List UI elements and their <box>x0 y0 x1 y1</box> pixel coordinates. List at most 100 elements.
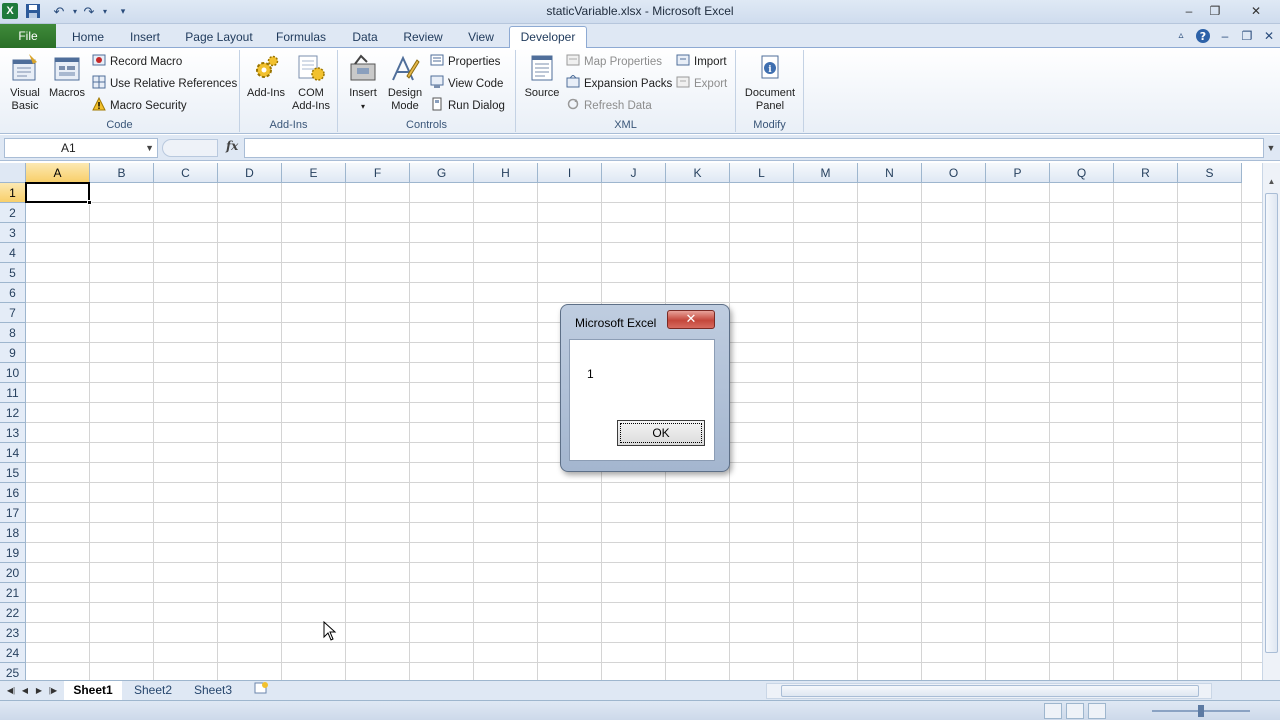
expansion-packs-button[interactable]: Expansion Packs <box>566 74 672 94</box>
row-header-6[interactable]: 6 <box>0 283 26 303</box>
tab-developer[interactable]: Developer <box>509 26 587 49</box>
next-sheet-icon[interactable]: ▶ <box>32 683 46 699</box>
row-header-11[interactable]: 11 <box>0 383 26 403</box>
row-header-4[interactable]: 4 <box>0 243 26 263</box>
row-header-17[interactable]: 17 <box>0 503 26 523</box>
normal-view-icon[interactable] <box>1044 703 1062 719</box>
use-relative-references-button[interactable]: Use Relative References <box>92 74 237 94</box>
tab-home[interactable]: Home <box>68 27 108 48</box>
minimize-ribbon-icon[interactable]: ▵ <box>1172 28 1190 44</box>
fill-handle[interactable] <box>87 200 92 205</box>
minimize-button[interactable]: – <box>1176 2 1202 20</box>
row-header-25[interactable]: 25 <box>0 663 26 680</box>
page-break-view-icon[interactable] <box>1088 703 1106 719</box>
vertical-scroll-thumb[interactable] <box>1265 193 1278 653</box>
view-code-button[interactable]: View Code <box>430 74 503 94</box>
row-header-16[interactable]: 16 <box>0 483 26 503</box>
column-header-m[interactable]: M <box>794 163 858 183</box>
column-header-n[interactable]: N <box>858 163 922 183</box>
tab-formulas[interactable]: Formulas <box>272 27 330 48</box>
row-header-2[interactable]: 2 <box>0 203 26 223</box>
column-header-s[interactable]: S <box>1178 163 1242 183</box>
name-box[interactable]: A1 ▼ <box>4 138 158 158</box>
map-properties-button[interactable]: Map Properties <box>566 52 662 72</box>
refresh-data-button[interactable]: Refresh Data <box>566 96 652 116</box>
insert-control-button[interactable]: Insert ▾ <box>344 52 382 113</box>
row-header-18[interactable]: 18 <box>0 523 26 543</box>
properties-button[interactable]: Properties <box>430 52 500 72</box>
tab-data[interactable]: Data <box>346 27 384 48</box>
horizontal-scroll-thumb[interactable] <box>781 685 1199 697</box>
column-header-d[interactable]: D <box>218 163 282 183</box>
visual-basic-button[interactable]: Visual Basic <box>4 52 46 113</box>
sheet-tab-sheet1[interactable]: Sheet1 <box>64 681 122 700</box>
row-header-7[interactable]: 7 <box>0 303 26 323</box>
row-header-9[interactable]: 9 <box>0 343 26 363</box>
select-all-button[interactable] <box>0 163 26 183</box>
help-icon[interactable]: ? <box>1194 28 1212 44</box>
insert-function-icon[interactable]: fx <box>226 139 242 157</box>
column-header-o[interactable]: O <box>922 163 986 183</box>
column-header-b[interactable]: B <box>90 163 154 183</box>
formula-divider-handle[interactable] <box>162 139 218 157</box>
com-add-ins-button[interactable]: COM Add-Ins <box>288 52 334 113</box>
ok-button[interactable]: OK <box>617 420 705 446</box>
design-mode-button[interactable]: Design Mode <box>384 52 426 113</box>
row-header-1[interactable]: 1 <box>0 183 26 203</box>
tab-file[interactable]: File <box>0 24 56 48</box>
dialog-close-button[interactable]: ✕ <box>667 310 715 329</box>
horizontal-scrollbar[interactable] <box>766 683 1212 699</box>
vertical-scrollbar[interactable]: ▲ <box>1262 163 1280 680</box>
row-header-13[interactable]: 13 <box>0 423 26 443</box>
close-button[interactable]: ✕ <box>1236 2 1276 20</box>
macros-button[interactable]: Macros <box>46 52 88 100</box>
column-header-p[interactable]: P <box>986 163 1050 183</box>
column-header-l[interactable]: L <box>730 163 794 183</box>
row-header-12[interactable]: 12 <box>0 403 26 423</box>
row-header-22[interactable]: 22 <box>0 603 26 623</box>
workbook-restore-icon[interactable]: ❐ <box>1238 28 1256 44</box>
tab-page-layout[interactable]: Page Layout <box>182 27 256 48</box>
run-dialog-button[interactable]: Run Dialog <box>430 96 505 116</box>
row-header-8[interactable]: 8 <box>0 323 26 343</box>
first-sheet-icon[interactable]: ◀| <box>4 683 18 699</box>
chevron-down-icon[interactable]: ▼ <box>145 139 154 157</box>
add-ins-button[interactable]: Add-Ins <box>244 52 288 100</box>
formula-input[interactable] <box>244 138 1264 158</box>
record-macro-button[interactable]: Record Macro <box>92 52 182 72</box>
expand-formula-bar-icon[interactable]: ▼ <box>1264 138 1278 158</box>
row-header-20[interactable]: 20 <box>0 563 26 583</box>
row-header-23[interactable]: 23 <box>0 623 26 643</box>
tab-view[interactable]: View <box>462 27 500 48</box>
column-header-k[interactable]: K <box>666 163 730 183</box>
column-header-c[interactable]: C <box>154 163 218 183</box>
column-header-r[interactable]: R <box>1114 163 1178 183</box>
row-header-5[interactable]: 5 <box>0 263 26 283</box>
workbook-minimize-icon[interactable]: – <box>1216 28 1234 44</box>
row-header-19[interactable]: 19 <box>0 543 26 563</box>
scroll-up-icon[interactable]: ▲ <box>1265 175 1278 189</box>
row-header-15[interactable]: 15 <box>0 463 26 483</box>
column-header-j[interactable]: J <box>602 163 666 183</box>
source-button[interactable]: Source <box>520 52 564 100</box>
tab-insert[interactable]: Insert <box>124 27 166 48</box>
macro-security-button[interactable]: Macro Security <box>92 96 187 116</box>
tab-review[interactable]: Review <box>398 27 448 48</box>
import-button[interactable]: Import <box>676 52 727 72</box>
column-header-f[interactable]: F <box>346 163 410 183</box>
column-header-i[interactable]: I <box>538 163 602 183</box>
row-header-10[interactable]: 10 <box>0 363 26 383</box>
export-button[interactable]: Export <box>676 74 727 94</box>
column-header-a[interactable]: A <box>26 163 90 183</box>
page-layout-view-icon[interactable] <box>1066 703 1084 719</box>
active-cell[interactable] <box>25 182 90 203</box>
column-header-e[interactable]: E <box>282 163 346 183</box>
sheet-tab-sheet3[interactable]: Sheet3 <box>184 681 242 700</box>
zoom-slider-thumb[interactable] <box>1198 705 1204 717</box>
row-header-3[interactable]: 3 <box>0 223 26 243</box>
restore-button[interactable]: ❐ <box>1202 2 1228 20</box>
sheet-tab-sheet2[interactable]: Sheet2 <box>124 681 182 700</box>
workbook-close-icon[interactable]: ✕ <box>1260 28 1278 44</box>
column-header-q[interactable]: Q <box>1050 163 1114 183</box>
document-panel-button[interactable]: i Document Panel <box>740 52 800 113</box>
